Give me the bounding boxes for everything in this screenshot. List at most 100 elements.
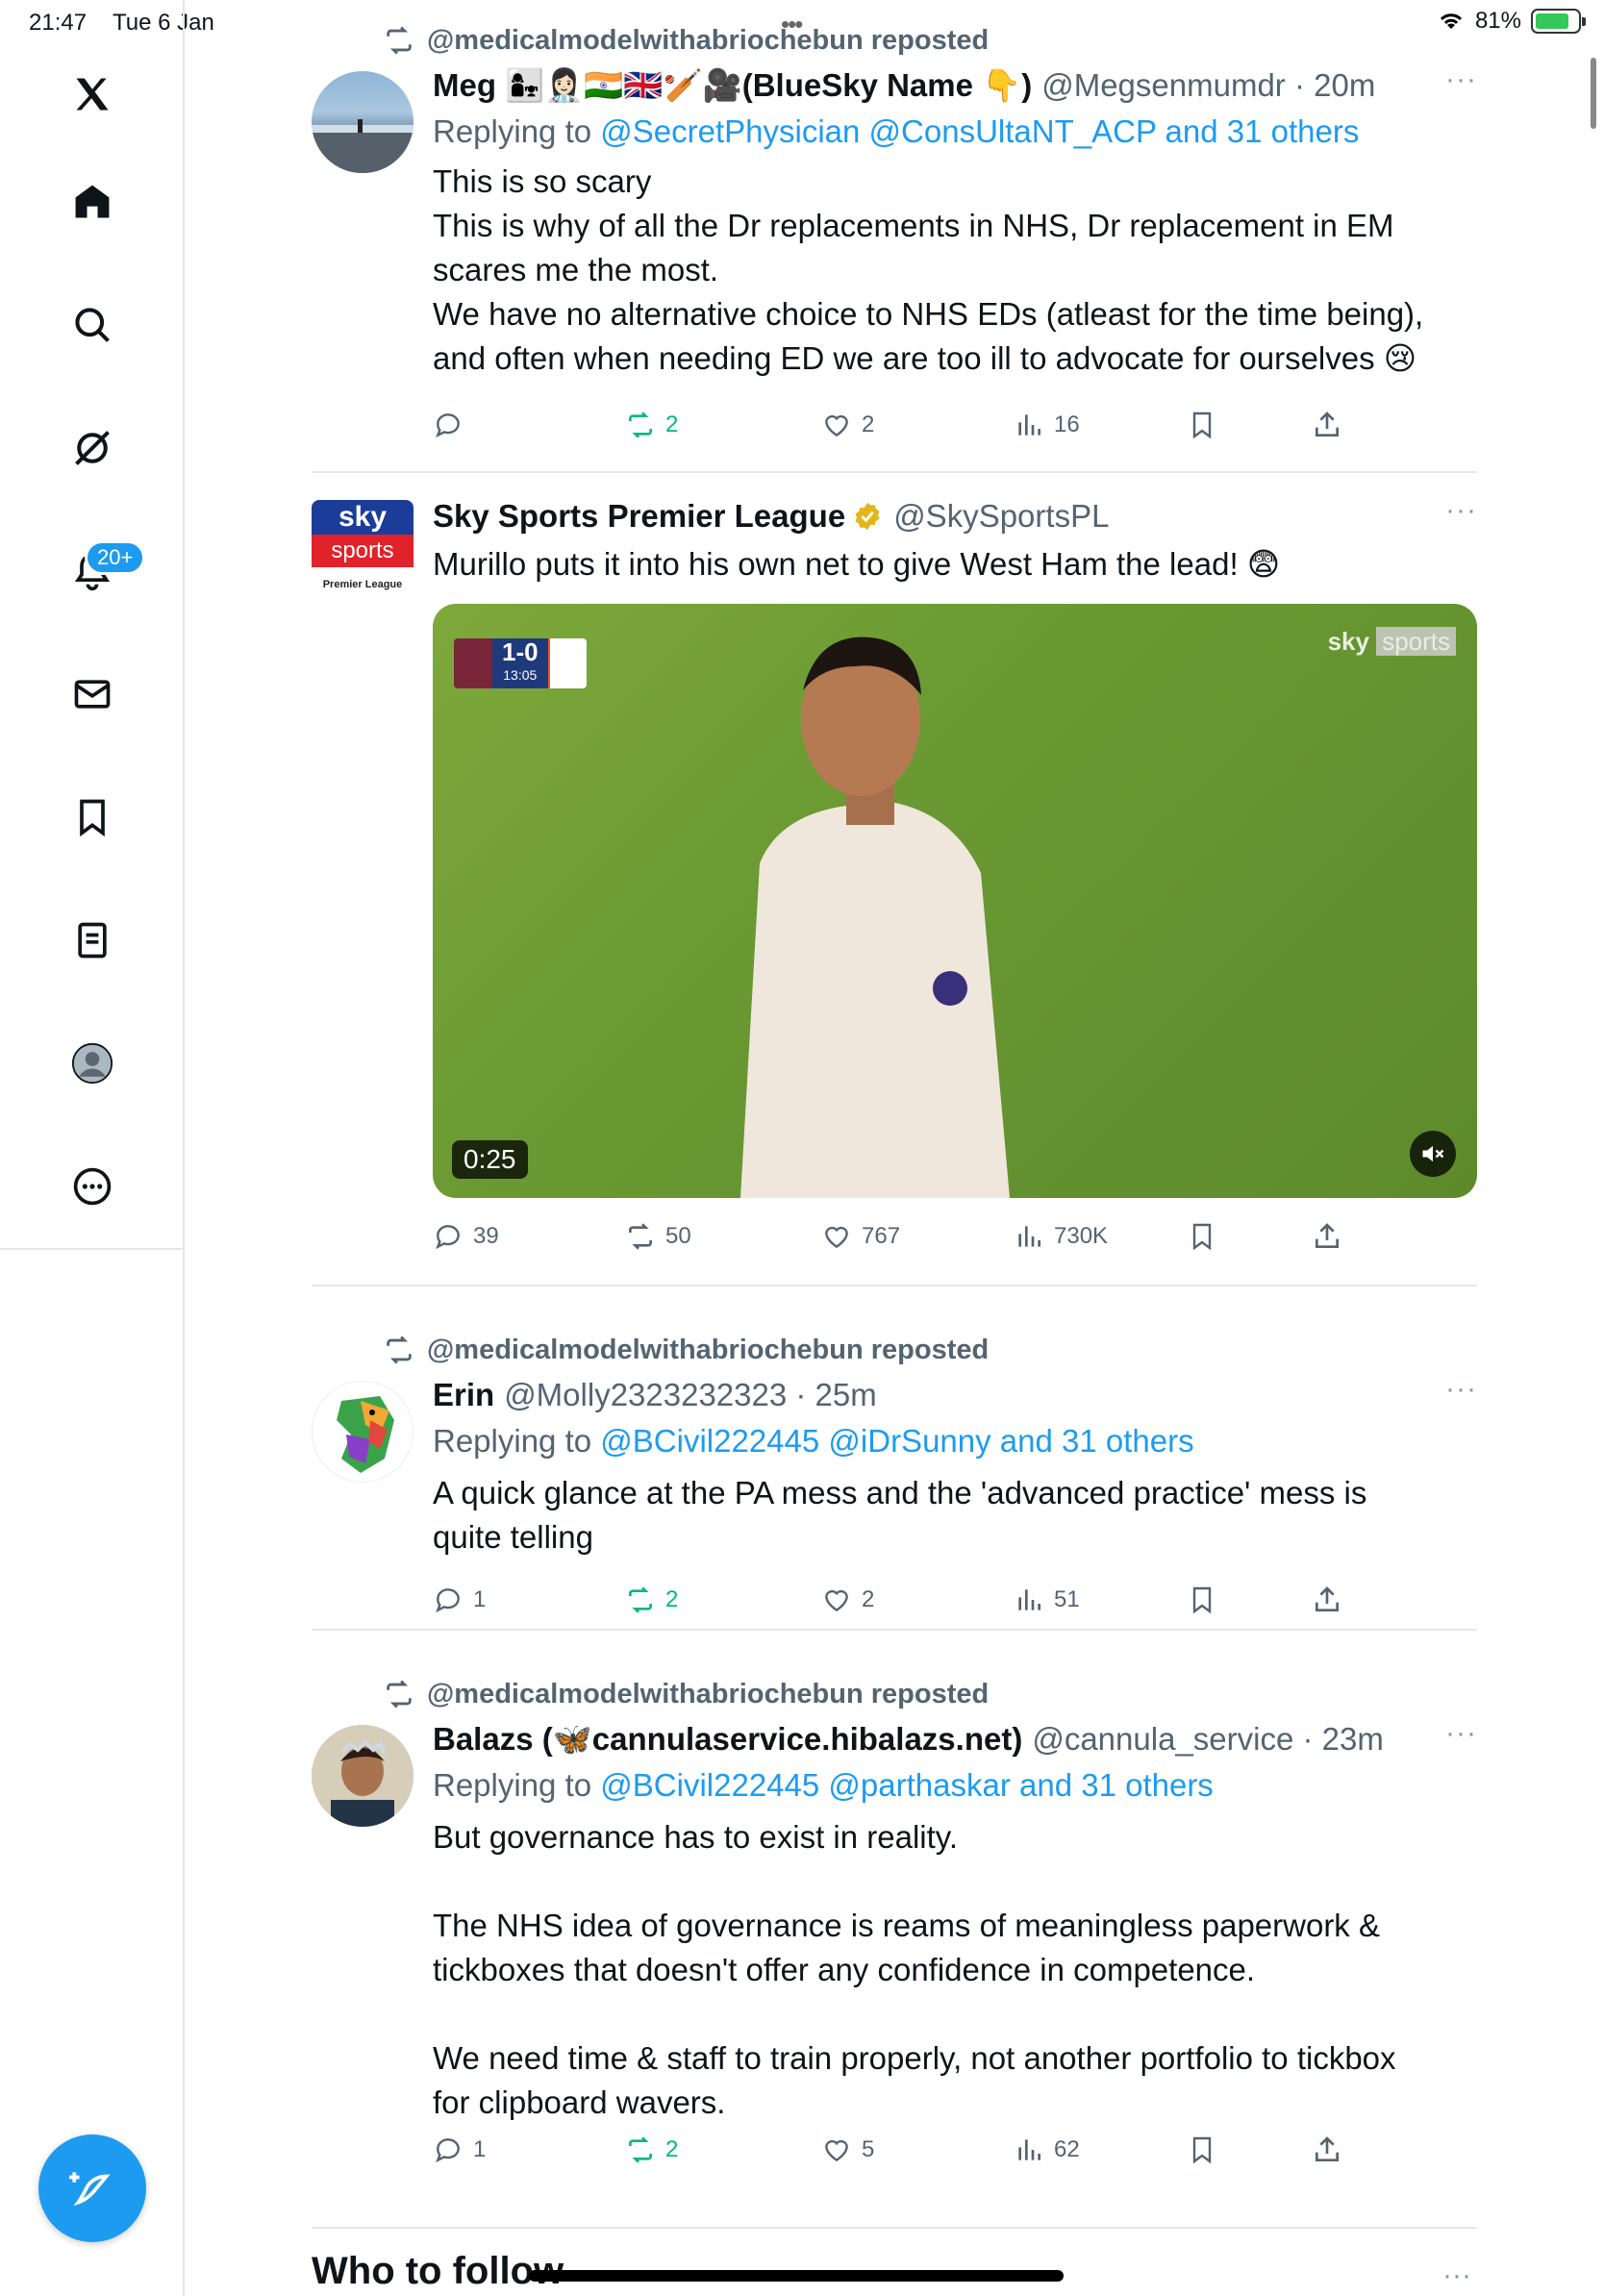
bookmark-icon — [1192, 2136, 1212, 2164]
mute-button[interactable] — [1410, 1131, 1456, 1177]
bookmark-button[interactable] — [1187, 406, 1217, 444]
author-name[interactable]: Balazs (🦋cannulaservice.hibalazs.net) — [433, 1717, 1022, 1761]
post-actions: 1 2 2 51 — [433, 1581, 1394, 1619]
scrollbar[interactable] — [1591, 58, 1596, 129]
share-button[interactable] — [1312, 1581, 1342, 1619]
post-actions: 2 2 16 — [433, 406, 1394, 444]
bookmark-button[interactable] — [1187, 1217, 1217, 1256]
reply-context: Replying to @BCivil222445 @parthaskar an… — [433, 1767, 1214, 1803]
heart-icon — [825, 1589, 848, 1612]
author-handle[interactable]: @cannula_service · 23m — [1032, 1717, 1384, 1761]
views-button[interactable]: 16 — [1014, 406, 1080, 444]
reply-button[interactable]: 39 — [433, 1217, 499, 1256]
heart-icon — [825, 414, 848, 437]
x-logo-icon[interactable] — [58, 60, 127, 129]
views-icon — [1018, 414, 1040, 436]
avatar[interactable] — [312, 71, 414, 173]
share-icon — [1316, 1223, 1339, 1248]
reply-context: Replying to @BCivil222445 @iDrSunny and … — [433, 1423, 1194, 1459]
author-name[interactable]: Erin — [433, 1373, 494, 1417]
views-icon — [1018, 1589, 1040, 1610]
author-handle[interactable]: @SkySportsPL — [893, 494, 1109, 538]
search-icon[interactable] — [58, 290, 127, 360]
repost-icon — [387, 1335, 412, 1364]
post-actions: 1 2 5 62 — [433, 2131, 1394, 2169]
heart-icon — [825, 2139, 848, 2162]
video-player[interactable]: 1-0 13:05 sky sports 0:25 — [433, 604, 1477, 1198]
like-button[interactable]: 2 — [821, 1581, 874, 1619]
wifi-icon — [1440, 13, 1463, 29]
reply-button[interactable]: 1 — [433, 1581, 486, 1619]
video-thumbnail — [740, 636, 1010, 1198]
more-options-icon[interactable]: ··· — [1445, 1717, 1477, 1750]
more-options-icon[interactable]: ··· — [1442, 2259, 1471, 2292]
heart-icon — [825, 1226, 848, 1249]
grok-icon[interactable] — [58, 413, 127, 483]
repost-icon — [387, 26, 412, 55]
avatar[interactable]: sky sports Premier League — [312, 500, 414, 602]
home-icon[interactable] — [58, 167, 127, 237]
more-options-icon[interactable]: ··· — [1445, 1373, 1477, 1406]
more-icon[interactable] — [58, 1152, 127, 1221]
home-indicator[interactable] — [529, 2270, 1064, 2282]
views-button[interactable]: 62 — [1014, 2131, 1080, 2169]
avatar[interactable] — [312, 1381, 414, 1483]
share-icon — [1316, 1586, 1339, 1611]
share-icon — [1316, 2136, 1339, 2161]
share-button[interactable] — [1312, 2131, 1342, 2169]
verified-badge-icon — [855, 502, 880, 531]
reply-icon — [436, 1225, 460, 1250]
post-text: This is so scary This is why of all the … — [433, 163, 1424, 376]
divider — [312, 471, 1477, 473]
share-button[interactable] — [1312, 406, 1342, 444]
bookmark-button[interactable] — [1187, 1581, 1217, 1619]
like-button[interactable]: 767 — [821, 1217, 900, 1256]
video-duration: 0:25 — [452, 1140, 528, 1179]
like-button[interactable]: 5 — [821, 2131, 874, 2169]
author-name[interactable]: Meg 👩‍👧👩🏻‍⚕️🇮🇳🇬🇧🏏🎥(BlueSky Name 👇) — [433, 63, 1032, 108]
share-button[interactable] — [1312, 1217, 1342, 1256]
bookmarks-icon[interactable] — [58, 783, 127, 852]
more-options-icon[interactable]: ··· — [1445, 494, 1477, 527]
like-button[interactable]: 2 — [821, 406, 874, 444]
reply-mentions[interactable]: @BCivil222445 @parthaskar and 31 others — [600, 1767, 1214, 1803]
reply-mentions[interactable]: @SecretPhysician @ConsUltaNT_ACP and 31 … — [600, 113, 1359, 149]
profile-icon[interactable] — [58, 1029, 127, 1098]
share-icon — [1316, 412, 1339, 437]
battery-percent: 81% — [1474, 8, 1521, 34]
lists-icon[interactable] — [58, 906, 127, 975]
compose-button[interactable] — [38, 2134, 146, 2242]
bookmark-icon — [1192, 1586, 1212, 1614]
repost-button[interactable]: 2 — [625, 406, 678, 444]
repost-icon — [629, 2136, 652, 2163]
reply-button[interactable] — [433, 406, 473, 444]
author-handle[interactable]: @Megsenmumdr · 20m — [1041, 63, 1375, 108]
repost-button[interactable]: 2 — [625, 1581, 678, 1619]
reply-mentions[interactable]: @BCivil222445 @iDrSunny and 31 others — [600, 1423, 1193, 1459]
avatar[interactable] — [312, 1725, 414, 1827]
reply-icon — [436, 1588, 460, 1613]
battery-icon — [1531, 9, 1586, 34]
more-options-icon[interactable]: ··· — [1445, 63, 1477, 96]
messages-icon[interactable] — [58, 660, 127, 729]
reply-icon — [436, 413, 460, 438]
reply-icon — [436, 2138, 460, 2163]
west-ham-crest-icon — [454, 638, 492, 688]
compose-icon — [69, 2172, 111, 2207]
mute-icon — [1422, 1145, 1444, 1162]
repost-button[interactable]: 2 — [625, 2131, 678, 2169]
divider — [312, 1285, 1477, 1286]
views-button[interactable]: 730K — [1014, 1217, 1108, 1256]
scoreboard: 1-0 13:05 — [454, 638, 587, 688]
repost-icon — [387, 1680, 412, 1709]
bookmark-button[interactable] — [1187, 2131, 1217, 2169]
post-text: But governance has to exist in reality. … — [433, 1819, 1396, 2120]
sidebar: 20+ — [0, 0, 185, 1250]
views-button[interactable]: 51 — [1014, 1581, 1080, 1619]
repost-button[interactable]: 50 — [625, 1217, 691, 1256]
notification-badge: 20+ — [85, 540, 146, 575]
reply-button[interactable]: 1 — [433, 2131, 486, 2169]
repost-label: @medicalmodelwithabriochebun reposted — [383, 1675, 989, 1713]
author-handle[interactable]: @Molly2323232323 · 25m — [504, 1373, 877, 1417]
author-name[interactable]: Sky Sports Premier League — [433, 494, 845, 538]
